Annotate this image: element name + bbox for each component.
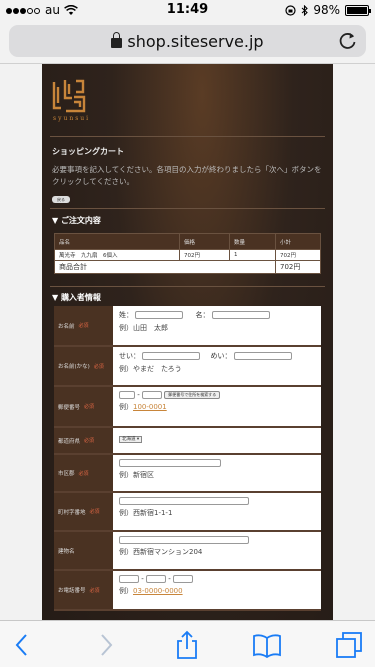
back-button[interactable]: 戻る bbox=[52, 196, 70, 203]
total-row: 商品合計 702円 bbox=[54, 260, 321, 274]
required-mark: 必須 bbox=[89, 509, 100, 515]
logo-wordmark: syunsui bbox=[53, 115, 91, 122]
url-text: shop.siteserve.jp bbox=[127, 32, 264, 51]
status-bar: au 11:49 98% bbox=[0, 0, 375, 20]
zip-example-link[interactable]: 100-0001 bbox=[133, 403, 167, 411]
phone-example-link[interactable]: 03-0000-0000 bbox=[133, 587, 183, 595]
lock-icon bbox=[111, 32, 123, 48]
divider bbox=[50, 286, 325, 287]
address-input[interactable] bbox=[119, 497, 249, 505]
field-label: お名前(かな) bbox=[58, 364, 90, 370]
field-label: 郵便番号 bbox=[58, 404, 81, 411]
building-input[interactable] bbox=[119, 536, 249, 544]
order-section-title: ▼ ご注文内容 bbox=[52, 216, 101, 225]
last-name-input[interactable] bbox=[135, 311, 184, 319]
required-mark: 必須 bbox=[93, 363, 104, 370]
field-label: 建物名 bbox=[58, 548, 75, 555]
instruction-text: 必要事項を記入してください。各項目の入力が終わりましたら「次へ」ボタンをクリック… bbox=[52, 165, 322, 186]
buyer-section-title: ▼ 購入者情報 bbox=[52, 293, 101, 302]
sei-kana-label: せい： bbox=[119, 352, 140, 360]
order-table-header: 品名 価格 数量 小計 bbox=[54, 233, 321, 250]
product-subtotal: 702円 bbox=[275, 249, 321, 261]
battery-percent: 98% bbox=[313, 3, 340, 17]
product-name: 萬光寺 九九扇 6個入 bbox=[54, 249, 180, 261]
shop-logo[interactable] bbox=[52, 78, 86, 114]
form-row-building: 建物名 例）西新宿マンション204 bbox=[54, 532, 321, 571]
form-row-name: お名前 必須 姓： 名： 例）山田 太郎 bbox=[54, 306, 321, 347]
rotation-lock-icon bbox=[285, 4, 296, 16]
field-label: 都道府県 bbox=[58, 438, 81, 445]
phone-first-input[interactable] bbox=[119, 575, 139, 583]
buyer-form: お名前 必須 姓： 名： 例）山田 太郎 お名前(かな) 必須 せい： めい： … bbox=[54, 306, 321, 611]
city-input[interactable] bbox=[119, 459, 221, 467]
mei-label: 名： bbox=[195, 311, 210, 319]
reload-icon[interactable] bbox=[338, 31, 358, 51]
product-qty: 1 bbox=[229, 249, 276, 261]
total-value: 702円 bbox=[275, 260, 321, 274]
column-header: 品名 bbox=[54, 233, 180, 250]
back-icon[interactable] bbox=[8, 630, 38, 660]
order-table: 品名 価格 数量 小計 萬光寺 九九扇 6個入 702円 1 702円 商品合計… bbox=[54, 233, 321, 274]
form-row-zip: 郵便番号 必須 - 郵便番号で住所を検索する 例）100-0001 bbox=[54, 387, 321, 428]
table-row: 萬光寺 九九扇 6個入 702円 1 702円 bbox=[54, 249, 321, 261]
divider bbox=[50, 208, 325, 209]
form-row-town: 町村字番地 必須 例）西新宿1-1-1 bbox=[54, 493, 321, 532]
first-name-kana-input[interactable] bbox=[233, 352, 292, 360]
example-text: 例）西新宿マンション204 bbox=[119, 548, 203, 556]
zip-second-input[interactable] bbox=[141, 391, 162, 399]
bookmarks-icon[interactable] bbox=[252, 630, 282, 660]
product-price: 702円 bbox=[179, 249, 230, 261]
phone-second-input[interactable] bbox=[145, 575, 166, 583]
form-row-kana: お名前(かな) 必須 せい： めい： 例）やまだ たろう bbox=[54, 347, 321, 387]
required-mark: 必須 bbox=[84, 438, 95, 444]
forward-icon[interactable] bbox=[90, 630, 120, 660]
battery-icon bbox=[345, 4, 371, 16]
zip-first-input[interactable] bbox=[119, 391, 135, 399]
form-row-city: 市区郡 必須 例）新宿区 bbox=[54, 455, 321, 493]
browser-address-bar: shop.siteserve.jp bbox=[0, 20, 375, 64]
example-text: 例）西新宿1-1-1 bbox=[119, 509, 173, 517]
page-title: ショッピングカート bbox=[52, 147, 124, 156]
required-mark: 必須 bbox=[84, 404, 95, 410]
url-field[interactable]: shop.siteserve.jp bbox=[9, 25, 366, 57]
form-row-pref: 都道府県 必須 北海道 ▾ bbox=[54, 428, 321, 455]
shop-site: syunsui ショッピングカート 必要事項を記入してください。各項目の入力が終… bbox=[42, 64, 333, 620]
example-text: 例）やまだ たろう bbox=[119, 365, 182, 373]
total-label: 商品合計 bbox=[54, 260, 276, 274]
form-row-phone: お電話番号 必須 - - 例）03-0000-0000 bbox=[54, 571, 321, 611]
phone-third-input[interactable] bbox=[172, 575, 193, 583]
prefecture-value: 北海道 bbox=[122, 436, 136, 442]
required-mark: 必須 bbox=[89, 587, 100, 594]
field-label: 市区郡 bbox=[58, 471, 75, 477]
zip-search-button[interactable]: 郵便番号で住所を検索する bbox=[164, 391, 221, 399]
prefecture-select[interactable]: 北海道 ▾ bbox=[119, 435, 143, 443]
field-label: 町村字番地 bbox=[58, 509, 86, 516]
mei-kana-label: めい： bbox=[210, 352, 232, 360]
required-mark: 必須 bbox=[78, 323, 89, 329]
share-icon[interactable] bbox=[172, 630, 202, 660]
tabs-icon[interactable] bbox=[334, 630, 364, 660]
sei-label: 姓： bbox=[119, 311, 133, 319]
example-text: 例）山田 太郎 bbox=[119, 324, 168, 332]
divider bbox=[50, 136, 325, 137]
bluetooth-icon bbox=[301, 4, 309, 16]
browser-toolbar bbox=[0, 620, 375, 667]
column-header: 価格 bbox=[179, 233, 230, 250]
example-prefix: 例） bbox=[119, 403, 133, 411]
required-mark: 必須 bbox=[78, 470, 89, 477]
first-name-input[interactable] bbox=[211, 311, 270, 319]
web-page: syunsui ショッピングカート 必要事項を記入してください。各項目の入力が終… bbox=[0, 64, 375, 620]
column-header: 小計 bbox=[275, 233, 321, 250]
last-name-kana-input[interactable] bbox=[142, 352, 201, 360]
example-text: 例）新宿区 bbox=[119, 471, 154, 479]
field-label: お電話番号 bbox=[58, 588, 86, 594]
field-label: お名前 bbox=[58, 323, 75, 330]
example-prefix: 例） bbox=[119, 587, 133, 595]
column-header: 数量 bbox=[229, 233, 276, 250]
